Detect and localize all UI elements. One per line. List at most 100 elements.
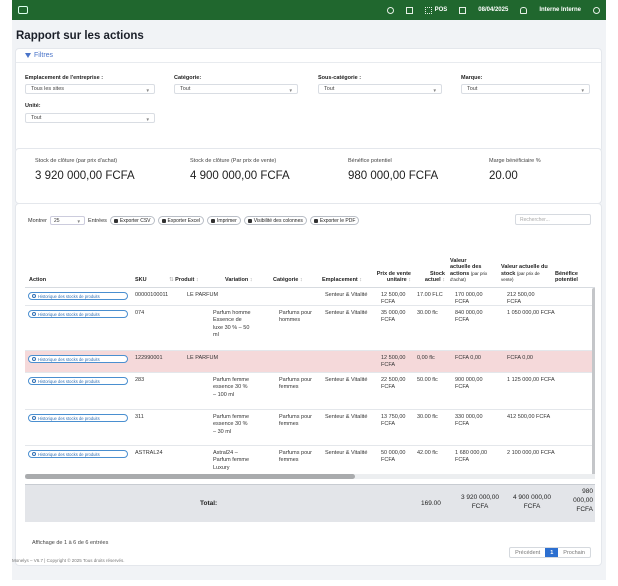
page-length-select[interactable]: 25 ▼ [49,216,85,225]
stock-history-button[interactable]: Historique des stocks de produits [28,310,128,318]
filters-header[interactable]: Filtres [16,49,601,63]
category-filter-value: Tout [180,86,191,92]
prev-page-button[interactable]: Précédent [510,548,545,557]
horizontal-scrollbar-thumb[interactable] [25,474,355,479]
page-length-value: 25 [53,217,60,224]
cell-location: Senteur & Vitalité [325,414,368,420]
search-input[interactable]: Rechercher... [515,214,591,225]
sidebar-toggle-icon[interactable] [18,6,28,14]
export-pdf-label: Exporter le PDF [319,217,356,224]
stock-history-label: Historique des stocks de produits [38,293,100,299]
table-row: Historique des stocks de produits 074 Pa… [25,306,595,351]
cell-unit-price: 12 500,00 FCFA [381,292,406,306]
table-row: Historique des stocks de produits 311 Pa… [25,410,595,446]
col-header-profit[interactable]: Bénéfice potentiel [555,271,595,284]
footer-copyright: Monelys – V6.7 | Copyright © 2025 Tous d… [12,558,125,563]
potential-profit-label: Bénéfice potentiel [348,158,392,164]
cell-location: Senteur & Vitalité [325,377,368,383]
page-title: Rapport sur les actions [16,30,144,42]
table-row: Historique des stocks de produits 000001… [25,288,595,306]
table-header: Action SKU ⇅ Produit ↕ Variation ↕ Catég… [25,231,595,288]
stock-history-button[interactable]: Historique des stocks de produits [28,450,128,458]
filter-icon [25,53,31,58]
location-filter-select[interactable]: Tous les sites ▼ [25,84,155,94]
export-excel-button[interactable]: Exporter Excel [157,216,205,225]
cell-variation: Astral24 – Parfum femme Luxury [213,450,250,471]
cell-variation: Parfum femme essence 30 % – 30 ml [213,414,250,435]
col-header-unit-price[interactable]: Prix de vente unitaire ↕ [367,271,411,284]
cell-product: LE PARFUM [187,292,219,298]
closing-stock-purchase-label: Stock de clôture (par prix d'achat) [35,158,118,164]
profit-margin-label: Marge bénéficiaire % [489,158,541,164]
cell-location: Senteur & Vitalité [325,310,368,316]
subcategory-filter-select[interactable]: Tout ▼ [318,84,442,94]
table-row: Historique des stocks de produits 122990… [25,351,595,373]
col-header-stock-value-purchase[interactable]: Valeur actuelle des actions (par prix d'… [450,258,488,284]
subcategory-filter-label: Sous-catégorie : [318,75,362,81]
closing-stock-purchase-value: 3 920 000,00 FCFA [35,170,135,182]
location-filter-label: Emplacement de l'entreprise : [25,75,104,81]
user-avatar-icon[interactable] [593,6,600,14]
cell-stock: 30.00 flc [417,414,438,420]
export-pdf-button[interactable]: Exporter le PDF [309,216,360,225]
cell-value-purchase: FCFA 0,00 [455,355,481,361]
vertical-scrollbar[interactable] [592,288,595,478]
category-filter-select[interactable]: Tout ▼ [174,84,298,94]
calendar-icon[interactable] [405,6,413,14]
col-header-stock-value-sale[interactable]: Valeur actuelle du stock (par prix de ve… [501,264,549,284]
col-header-sku[interactable]: SKU [135,277,147,284]
chevron-down-icon: ▼ [145,88,150,93]
user-menu[interactable]: Interne Interne [539,7,581,13]
col-header-stock[interactable]: Stock actuel ↕ [415,271,445,284]
cell-category: Parfums pour femmes [279,377,313,391]
cell-stock: 42.00 flc [417,450,438,456]
brand-filter-value: Tout [467,86,478,92]
cell-value-sale: FCFA 0,00 [507,355,533,361]
export-csv-button[interactable]: Exporter CSV [109,216,155,225]
brand-filter-select[interactable]: Tout ▼ [461,84,590,94]
cell-value-sale: 212 500,00 FCFA [507,292,535,306]
cell-sku: 283 [135,377,145,383]
filters-panel: Filtres Emplacement de l'entreprise : To… [15,48,602,152]
closing-stock-sale-label: Stock de clôture (Par prix de vente) [190,158,277,164]
stock-summary-panel: Stock de clôture (par prix d'achat) 3 92… [15,148,602,204]
current-date: 08/04/2025 [478,7,509,13]
cell-variation: Parfum homme Essence de luxe 30 % – 50 m… [213,310,251,339]
print-button[interactable]: Imprimer [207,216,241,225]
cell-value-sale: 1 125 000,00 FCFA [507,377,555,383]
cell-sku: ASTRAL24 [135,450,163,456]
main-content: Rapport sur les actions Filtres Emplacem… [12,20,606,580]
col-header-product[interactable]: ⇅ Produit ↕ [169,277,199,284]
chevron-down-icon: ▼ [76,219,81,224]
add-circle-icon[interactable] [386,6,394,14]
pos-button[interactable]: POS [424,6,447,14]
stock-report-table-card: Montrer 25 ▼ Entrées Exporter CSV Exporte… [15,203,602,566]
stock-history-button[interactable]: Historique des stocks de produits [28,377,128,385]
money-icon[interactable] [459,6,467,14]
chevron-down-icon: ▼ [580,88,585,93]
history-icon [32,452,36,456]
table-row: Historique des stocks de produits ASTRAL… [25,446,595,476]
bell-icon[interactable] [520,6,528,14]
chevron-down-icon: ▼ [432,88,437,93]
col-header-action[interactable]: Action [29,277,46,284]
column-visibility-button[interactable]: Visibilité des colonnes [243,216,307,225]
stock-history-label: Historique des stocks de produits [38,378,100,384]
cell-product: LE PARFUM [187,355,219,361]
stock-history-button[interactable]: Historique des stocks de produits [28,414,128,422]
total-value-sale: 4 900 000,00 FCFA [513,494,551,511]
cell-unit-price: 22 500,00 FCFA [381,377,406,391]
stock-history-button[interactable]: Historique des stocks de produits [28,355,128,363]
potential-profit-value: 980 000,00 FCFA [348,170,439,182]
col-header-location[interactable]: Emplacement ↕ [322,277,362,284]
unit-filter-select[interactable]: Tout ▼ [25,113,155,123]
cell-value-sale: 1 050 000,00 FCFA [507,310,555,316]
page-1-button[interactable]: 1 [545,548,559,557]
col-header-variation[interactable]: Variation ↕ [225,277,253,284]
filters-title: Filtres [34,52,54,59]
stock-history-label: Historique des stocks de produits [38,311,100,317]
history-icon [32,379,36,383]
next-page-button[interactable]: Prochain [558,548,590,557]
stock-history-button[interactable]: Historique des stocks de produits [28,292,128,300]
col-header-category[interactable]: Catégorie ↕ [273,277,303,284]
